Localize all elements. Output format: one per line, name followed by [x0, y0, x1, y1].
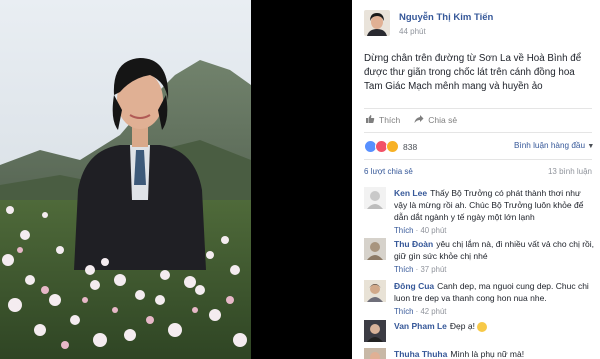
commenter-avatar[interactable] — [364, 187, 386, 209]
like-label: Thích — [379, 115, 401, 125]
comment-text: Mình là phụ nữ mà! — [450, 349, 525, 359]
commenter-avatar[interactable] — [364, 348, 386, 359]
reactions-summary[interactable]: 838 — [364, 140, 417, 153]
lightbox-background — [251, 0, 352, 359]
comment-author[interactable]: Ken Lee — [394, 188, 427, 198]
comment-time[interactable]: 40 phút — [420, 226, 446, 235]
share-count[interactable]: 6 lượt chia sẻ — [364, 167, 413, 176]
comment-body: Thu Đoàn yêu chị lắm nà, đi nhiều vất vả … — [394, 238, 594, 276]
sort-label: Bình luận hàng đầu — [514, 141, 586, 150]
share-icon — [414, 114, 424, 126]
photo-illustration — [0, 0, 251, 359]
share-label: Chia sẻ — [428, 115, 458, 125]
comment-like-link[interactable]: Thích — [394, 226, 414, 235]
comment-author[interactable]: Thu Đoàn — [394, 239, 433, 249]
comment-time[interactable]: 37 phút — [420, 265, 446, 274]
comment-like-link[interactable]: Thích — [394, 265, 414, 274]
post-photo[interactable] — [0, 0, 251, 359]
comment-body: Thuha Thuha Mình là phụ nữ mà! — [394, 348, 594, 359]
comment-like-link[interactable]: Thích — [394, 307, 414, 316]
smile-emoji-icon — [477, 321, 488, 332]
post-actions: Thích Chia sẻ — [365, 114, 471, 126]
comment-text: Đẹp ạ! — [449, 321, 475, 331]
post-panel: Nguyễn Thị Kim Tiến 44 phút Dừng chân tr… — [352, 0, 600, 359]
reaction-count: 838 — [403, 141, 418, 152]
commenter-avatar[interactable] — [364, 280, 386, 302]
comment-body: Đông Cua Canh dep, ma nguoi cung dep. Chu… — [394, 280, 594, 318]
commenter-avatar[interactable] — [364, 238, 386, 260]
comment-meta: Thích · 42 phút — [394, 307, 447, 316]
share-button[interactable]: Chia sẻ — [414, 114, 457, 126]
comment-body: Ken Lee Thấy Bộ Trưởng có phát thành thơi… — [394, 187, 594, 237]
wow-reaction-icon — [386, 140, 399, 153]
comment-author[interactable]: Đông Cua — [394, 281, 434, 291]
post-text: Dừng chân trên đường từ Sơn La về Hoà Bì… — [364, 53, 582, 92]
author-avatar[interactable] — [364, 10, 390, 36]
commenter-avatar[interactable] — [364, 320, 386, 342]
comment-count[interactable]: 13 bình luận — [548, 167, 592, 176]
thumbs-up-icon — [365, 114, 375, 126]
comment-time[interactable]: 42 phút — [420, 307, 446, 316]
comment-meta: Thích · 37 phút — [394, 265, 447, 274]
divider — [364, 108, 592, 109]
comment-meta: Thích · 40 phút — [394, 226, 447, 235]
post-time[interactable]: 44 phút — [399, 27, 426, 36]
like-button[interactable]: Thích — [365, 114, 400, 126]
chevron-down-icon: ▼ — [587, 143, 595, 150]
comment-sort-dropdown[interactable]: Bình luận hàng đầu ▼ — [514, 141, 594, 150]
author-row — [364, 8, 390, 40]
comment-author[interactable]: Thuha Thuha — [394, 349, 447, 359]
comment-body: Van Pham Le Đẹp ạ! — [394, 320, 594, 332]
divider — [364, 132, 592, 133]
comment-author[interactable]: Van Pham Le — [394, 321, 447, 331]
divider — [364, 159, 592, 160]
author-name[interactable]: Nguyễn Thị Kim Tiến — [399, 12, 493, 23]
